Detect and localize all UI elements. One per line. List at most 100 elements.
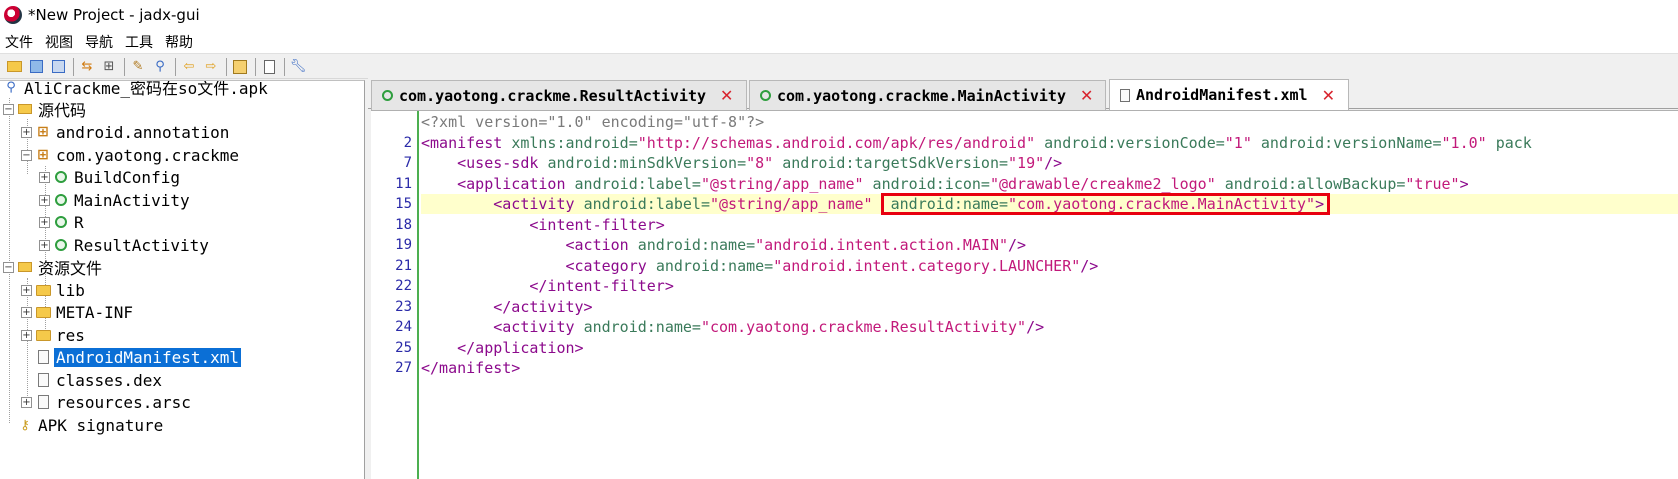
class-icon	[53, 192, 69, 208]
code-token: "com.yaotong.crackme.ResultActivity"	[700, 318, 1027, 336]
tree-item-androidmanifest[interactable]: AndroidManifest.xml	[35, 346, 242, 368]
preferences-icon[interactable]	[259, 57, 279, 77]
back-icon[interactable]: ⇦	[179, 57, 199, 77]
log-icon[interactable]	[230, 57, 250, 77]
tab-label: com.yaotong.crackme.ResultActivity	[399, 86, 707, 105]
file-icon	[35, 394, 51, 410]
code-line: </application>	[421, 338, 583, 358]
menu-tools[interactable]: 工具	[124, 32, 154, 52]
xml-file-icon	[1120, 88, 1130, 102]
app-icon	[4, 6, 22, 24]
class-icon	[760, 90, 771, 101]
tree-item-r[interactable]: + R	[39, 211, 86, 233]
expand-icon[interactable]: +	[21, 126, 32, 138]
line-number: 2	[403, 134, 412, 151]
code-token: <intent-filter>	[421, 215, 665, 234]
package-icon: ⊞	[37, 147, 49, 163]
code-token: <activity	[421, 318, 584, 336]
code-token: />	[1080, 256, 1099, 275]
tree-item-com-yaotong-crackme[interactable]: − ⊞ com.yaotong.crackme	[21, 144, 241, 166]
code-token: </activity>	[421, 297, 593, 316]
code-token: >	[1459, 174, 1469, 193]
code-token: "android.intent.category.LAUNCHER"	[773, 256, 1081, 275]
package-icon: ⊞	[37, 124, 49, 140]
toolbar-separator	[226, 57, 227, 76]
tab-android-manifest[interactable]: AndroidManifest.xml ✕	[1109, 79, 1349, 110]
tree-item-android-annotation[interactable]: + ⊞ android.annotation	[21, 121, 231, 143]
line-number: 23	[395, 298, 412, 315]
source-folder-icon	[17, 101, 33, 117]
apk-icon: ⚲	[6, 80, 16, 95]
export-icon[interactable]	[48, 57, 68, 77]
expand-icon[interactable]: +	[21, 329, 32, 341]
expand-icon[interactable]: +	[21, 306, 32, 318]
menu-file[interactable]: 文件	[4, 32, 34, 52]
flatten-packages-icon[interactable]: ⊞	[99, 57, 119, 77]
toolbar-separator	[255, 57, 256, 76]
code-token: "http://schemas.android.com/apk/res/andr…	[637, 133, 1036, 152]
tree-item-res[interactable]: + res	[21, 324, 87, 346]
tree-item-resultactivity[interactable]: + ResultActivity	[39, 234, 211, 256]
collapse-icon[interactable]: −	[3, 261, 14, 273]
code-line: <manifest xmlns:android="http://schemas.…	[421, 133, 1532, 153]
tree-item-meta-inf[interactable]: + META-INF	[21, 301, 135, 323]
code-token: />	[1008, 236, 1027, 254]
open-folder-icon[interactable]	[4, 57, 24, 77]
class-icon	[53, 169, 69, 185]
menu-navigation[interactable]: 导航	[84, 32, 114, 52]
collapse-icon[interactable]: −	[3, 103, 14, 115]
code-token: android:allowBackup=	[1215, 174, 1406, 193]
tree-item-lib[interactable]: + lib	[21, 279, 87, 301]
tree-item-resources-arsc[interactable]: + resources.arsc	[21, 391, 193, 413]
menu-help[interactable]: 帮助	[164, 32, 194, 52]
expand-icon[interactable]: +	[39, 171, 50, 183]
collapse-icon[interactable]: −	[21, 149, 32, 161]
line-number: 11	[395, 175, 412, 192]
code-token: "@drawable/creakme2_logo"	[989, 174, 1216, 193]
line-number: 25	[395, 339, 412, 356]
code-token: "true"	[1405, 174, 1460, 193]
expand-icon[interactable]: +	[39, 194, 50, 206]
code-editor[interactable]: 2 7 11 15 18 19 21 22 23 24 25 27 <?xml version="1.…	[371, 110, 1678, 479]
tree-item-mainactivity[interactable]: + MainActivity	[39, 189, 192, 211]
save-all-icon[interactable]	[26, 57, 46, 77]
close-icon[interactable]: ✕	[1080, 86, 1093, 105]
settings-icon[interactable]: 🔧︎	[288, 57, 308, 77]
expand-icon[interactable]: +	[21, 284, 32, 296]
tree-item-resources[interactable]: − 资源文件	[3, 256, 104, 278]
expand-icon[interactable]: +	[21, 396, 32, 408]
code-token: "@string/app_name"	[710, 195, 873, 213]
line-number: 15	[395, 196, 412, 212]
sync-icon[interactable]: ⇆	[77, 57, 97, 77]
code-token: </manifest>	[421, 359, 521, 377]
code-line: <?xml version="1.0" encoding="utf-8"?>	[421, 112, 764, 132]
tab-label: com.yaotong.crackme.MainActivity	[777, 86, 1066, 105]
decompile-icon[interactable]: ✎	[128, 57, 148, 77]
tree-item-source-code[interactable]: − 源代码	[3, 98, 88, 120]
expand-icon[interactable]: +	[39, 239, 50, 251]
tab-result-activity[interactable]: com.yaotong.crackme.ResultActivity ✕	[371, 80, 747, 110]
close-icon[interactable]: ✕	[720, 86, 733, 105]
expand-icon[interactable]: +	[39, 216, 50, 228]
project-tree[interactable]: ⚲ AliCrackme_密码在so文件.apk − 源代码 + ⊞ andro…	[0, 80, 365, 479]
code-token: xmlns:android=	[511, 133, 638, 152]
code-token: <activity	[421, 195, 584, 213]
code-token: <uses-sdk	[421, 154, 548, 172]
search-icon[interactable]: ⚲	[150, 57, 170, 77]
forward-icon[interactable]: ⇨	[201, 57, 221, 77]
menu-view[interactable]: 视图	[44, 32, 74, 52]
close-icon[interactable]: ✕	[1322, 86, 1335, 105]
tree-item-buildconfig[interactable]: + BuildConfig	[39, 166, 182, 188]
tab-main-activity[interactable]: com.yaotong.crackme.MainActivity ✕	[749, 80, 1106, 110]
code-token: pack	[1486, 133, 1532, 152]
tree-item-root[interactable]: ⚲ AliCrackme_密码在so文件.apk	[3, 80, 270, 98]
window-title: *New Project - jadx-gui	[28, 6, 200, 24]
tree-item-classes-dex[interactable]: classes.dex	[35, 369, 164, 391]
folder-icon	[35, 327, 51, 343]
code-line: </manifest>	[421, 358, 520, 378]
code-line: <activity android:name="com.yaotong.crac…	[421, 317, 1044, 337]
code-token: android:minSdkVersion=	[547, 154, 747, 172]
tree-item-apk-signature[interactable]: ⚷ APK signature	[17, 414, 165, 436]
class-icon	[382, 90, 393, 101]
class-icon	[53, 237, 69, 253]
